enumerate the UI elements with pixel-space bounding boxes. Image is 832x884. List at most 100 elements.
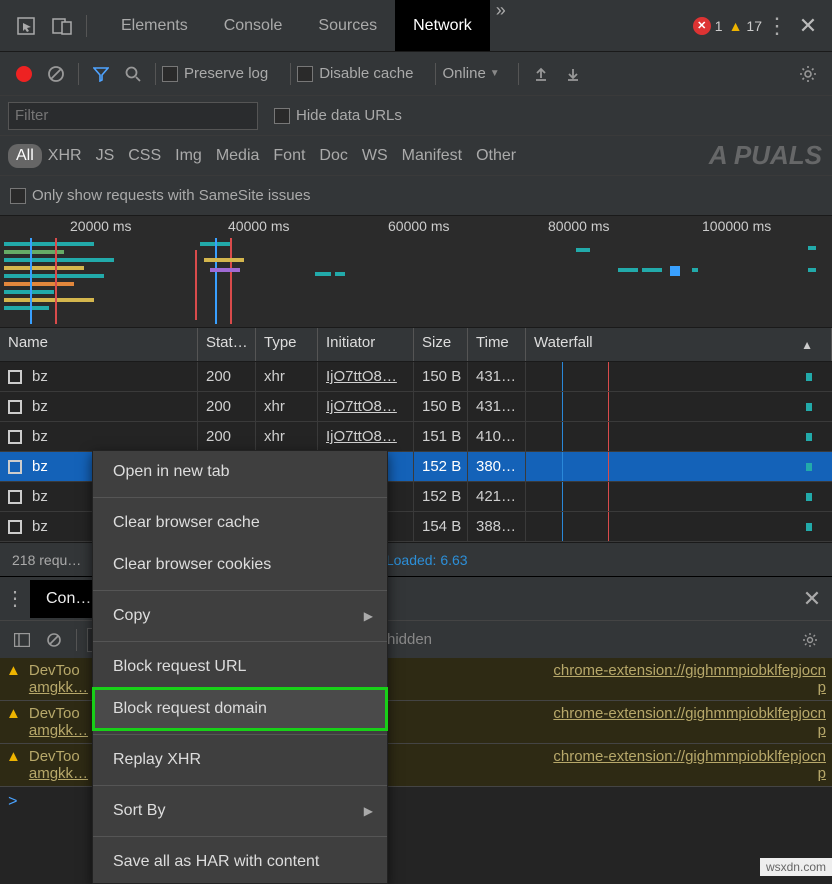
filter-all[interactable]: All — [8, 144, 42, 168]
console-source-link[interactable]: chrome-extension://gighmmpiobklfepjocnp — [553, 748, 826, 782]
col-status[interactable]: Stat… — [198, 328, 256, 361]
download-icon[interactable] — [559, 60, 587, 88]
header-bar: Elements Console Sources Network » ✕ 1 ▲… — [0, 0, 832, 52]
row-initiator[interactable]: IjO7ttO8… — [318, 392, 414, 421]
col-size[interactable]: Size — [414, 328, 468, 361]
chevron-right-icon: ▶ — [364, 609, 373, 623]
row-size: 151 B — [414, 422, 468, 451]
device-toggle-icon[interactable] — [48, 12, 76, 40]
warning-icon: ▲ — [6, 662, 21, 679]
tab-network[interactable]: Network — [395, 0, 490, 51]
row-checkbox[interactable] — [8, 520, 22, 534]
clear-icon[interactable] — [42, 60, 70, 88]
filter-doc[interactable]: Doc — [319, 147, 347, 165]
drawer-menu-icon[interactable]: ⋮ — [0, 586, 30, 611]
row-size: 152 B — [414, 482, 468, 511]
tab-console[interactable]: Console — [206, 0, 301, 51]
sort-asc-icon: ▲ — [801, 338, 813, 352]
tab-sources[interactable]: Sources — [300, 0, 395, 51]
row-time: 388… — [468, 512, 526, 541]
row-checkbox[interactable] — [8, 430, 22, 444]
filter-icon[interactable] — [87, 60, 115, 88]
row-size: 150 B — [414, 392, 468, 421]
ctx-block-url[interactable]: Block request URL — [93, 646, 387, 688]
filter-ws[interactable]: WS — [362, 147, 388, 165]
console-text: DevToo — [29, 662, 88, 679]
row-checkbox[interactable] — [8, 490, 22, 504]
filter-input[interactable] — [8, 102, 258, 130]
row-initiator[interactable]: IjO7ttO8… — [318, 362, 414, 391]
grid-header: Name Stat… Type Initiator Size Time Wate… — [0, 328, 832, 362]
filter-media[interactable]: Media — [216, 147, 260, 165]
chevron-down-icon: ▼ — [490, 68, 500, 79]
console-source-link[interactable]: amgkk… — [29, 679, 88, 696]
ctx-copy[interactable]: Copy▶ — [93, 595, 387, 637]
settings-gear-icon[interactable] — [794, 60, 822, 88]
row-checkbox[interactable] — [8, 370, 22, 384]
col-name[interactable]: Name — [0, 328, 198, 361]
tab-elements[interactable]: Elements — [103, 0, 206, 51]
filter-xhr[interactable]: XHR — [48, 147, 82, 165]
col-waterfall[interactable]: Waterfall▲ — [526, 328, 832, 361]
ctx-save-har[interactable]: Save all as HAR with content — [93, 841, 387, 883]
kebab-menu-icon[interactable]: ⋮ — [762, 13, 792, 39]
console-source-link[interactable]: chrome-extension://gighmmpiobklfepjocnp — [553, 705, 826, 739]
ctx-open-new-tab[interactable]: Open in new tab — [93, 451, 387, 493]
hide-data-urls-label: Hide data URLs — [296, 107, 402, 124]
filter-manifest[interactable]: Manifest — [402, 147, 462, 165]
row-size: 150 B — [414, 362, 468, 391]
filter-font[interactable]: Font — [273, 147, 305, 165]
row-name: bz — [32, 518, 48, 535]
console-clear-icon[interactable] — [40, 626, 68, 654]
filter-img[interactable]: Img — [175, 147, 202, 165]
col-initiator[interactable]: Initiator — [318, 328, 414, 361]
ctx-clear-cookies[interactable]: Clear browser cookies — [93, 544, 387, 586]
throttle-select[interactable]: Online — [442, 65, 485, 82]
warning-count: 17 — [746, 18, 762, 34]
record-button[interactable] — [16, 66, 32, 82]
upload-icon[interactable] — [527, 60, 555, 88]
console-source-link[interactable]: amgkk… — [29, 765, 88, 782]
col-type[interactable]: Type — [256, 328, 318, 361]
console-source-link[interactable]: amgkk… — [29, 722, 88, 739]
row-size: 154 B — [414, 512, 468, 541]
samesite-label: Only show requests with SameSite issues — [32, 187, 310, 204]
row-name: bz — [32, 368, 48, 385]
console-source-link[interactable]: chrome-extension://gighmmpiobklfepjocnp — [553, 662, 826, 696]
tick-5: 100000 ms — [702, 218, 771, 234]
warning-badge[interactable]: ▲ 17 — [729, 18, 762, 34]
row-checkbox[interactable] — [8, 460, 22, 474]
table-row[interactable]: bz200xhrIjO7ttO8…150 B431… — [0, 362, 832, 392]
inspect-icon[interactable] — [12, 12, 40, 40]
preserve-log-checkbox[interactable] — [162, 66, 178, 82]
table-row[interactable]: bz200xhrIjO7ttO8…150 B431… — [0, 392, 832, 422]
close-devtools-icon[interactable]: ✕ — [792, 13, 824, 39]
filter-js[interactable]: JS — [96, 147, 115, 165]
row-waterfall — [526, 512, 832, 541]
search-icon[interactable] — [119, 60, 147, 88]
drawer-close-icon[interactable]: ✕ — [792, 586, 832, 612]
hide-data-urls-checkbox[interactable] — [274, 108, 290, 124]
row-initiator[interactable]: IjO7ttO8… — [318, 422, 414, 451]
filter-other[interactable]: Other — [476, 147, 516, 165]
tick-4: 80000 ms — [548, 218, 609, 234]
filter-css[interactable]: CSS — [128, 147, 161, 165]
more-tabs-icon[interactable]: » — [490, 0, 512, 51]
ctx-clear-cache[interactable]: Clear browser cache — [93, 502, 387, 544]
console-settings-icon[interactable] — [796, 626, 824, 654]
disable-cache-checkbox[interactable] — [297, 66, 313, 82]
ctx-block-domain[interactable]: Block request domain — [93, 688, 387, 730]
row-checkbox[interactable] — [8, 400, 22, 414]
timeline-overview[interactable]: 20000 ms 40000 ms 60000 ms 80000 ms 1000… — [0, 216, 832, 328]
col-time[interactable]: Time — [468, 328, 526, 361]
error-badge[interactable]: ✕ 1 — [693, 17, 723, 35]
row-name: bz — [32, 428, 48, 445]
row-time: 421… — [468, 482, 526, 511]
console-sidebar-toggle-icon[interactable] — [8, 626, 36, 654]
ctx-sort-by[interactable]: Sort By▶ — [93, 790, 387, 832]
row-type: xhr — [256, 422, 318, 451]
table-row[interactable]: bz200xhrIjO7ttO8…151 B410… — [0, 422, 832, 452]
ctx-replay-xhr[interactable]: Replay XHR — [93, 739, 387, 781]
row-size: 152 B — [414, 452, 468, 481]
samesite-checkbox[interactable] — [10, 188, 26, 204]
